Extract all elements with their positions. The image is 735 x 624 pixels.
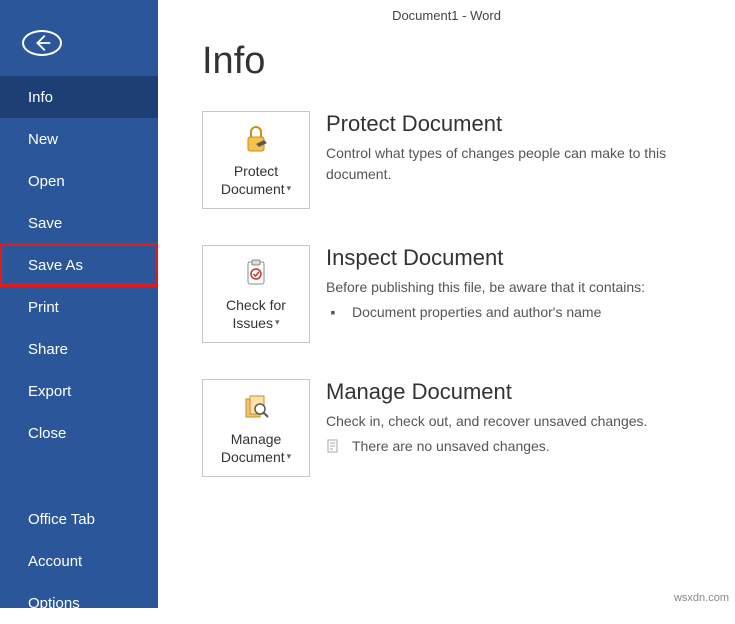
sidebar-spacer [0, 454, 158, 498]
section-body: Inspect Document Before publishing this … [326, 245, 691, 320]
section-heading: Protect Document [326, 111, 691, 137]
bullet-text: There are no unsaved changes. [352, 438, 550, 454]
window-title: Document1 - Word [392, 8, 501, 23]
content: Info Protect Document▾ Protect Document … [158, 30, 735, 477]
section-manage: Manage Document▾ Manage Document Check i… [202, 379, 691, 477]
sidebar-item-label: Office Tab [28, 511, 95, 528]
section-body: Manage Document Check in, check out, and… [326, 379, 691, 454]
section-heading: Manage Document [326, 379, 691, 405]
arrow-left-icon [31, 32, 53, 54]
sidebar-item-label: Close [28, 425, 66, 442]
sidebar-item-options[interactable]: Options [0, 582, 158, 624]
chevron-down-icon: ▾ [287, 451, 292, 463]
sidebar-item-label: Account [28, 553, 82, 570]
sidebar-item-print[interactable]: Print [0, 286, 158, 328]
tile-label: Issues [233, 314, 273, 332]
sidebar-item-label: Share [28, 341, 68, 358]
sidebar-item-account[interactable]: Account [0, 540, 158, 582]
tile-label: Check for [226, 296, 286, 314]
check-for-issues-button[interactable]: Check for Issues▾ [202, 245, 310, 343]
bullet-icon: ▪ [326, 305, 340, 319]
sidebar-item-label: Open [28, 173, 65, 190]
tile-label: Document [221, 448, 285, 466]
sidebar-item-new[interactable]: New [0, 118, 158, 160]
sidebar-item-label: New [28, 131, 58, 148]
titlebar: Document1 - Word [158, 0, 735, 30]
sidebar-item-save[interactable]: Save [0, 202, 158, 244]
chevron-down-icon: ▾ [287, 183, 292, 195]
tile-label: Protect [234, 162, 278, 180]
watermark: wsxdn.com [674, 592, 729, 604]
section-inspect: Check for Issues▾ Inspect Document Befor… [202, 245, 691, 343]
sidebar-item-label: Save As [28, 257, 83, 274]
bullet-row: There are no unsaved changes. [326, 438, 691, 454]
sidebar-item-close[interactable]: Close [0, 412, 158, 454]
bullet-text: Document properties and author's name [352, 304, 601, 320]
sidebar-item-label: Options [28, 595, 80, 612]
sidebar-item-info[interactable]: Info [0, 76, 158, 118]
sidebar-item-save-as[interactable]: Save As [0, 244, 158, 286]
sidebar-item-office-tab[interactable]: Office Tab [0, 498, 158, 540]
sidebar-item-share[interactable]: Share [0, 328, 158, 370]
back-button[interactable] [22, 30, 62, 56]
section-description: Before publishing this file, be aware th… [326, 277, 691, 298]
tile-label: Manage [231, 430, 282, 448]
backstage-sidebar: Info New Open Save Save As Print Share E… [0, 0, 158, 608]
sidebar-item-export[interactable]: Export [0, 370, 158, 412]
bullet-row: ▪ Document properties and author's name [326, 304, 691, 320]
sidebar-item-label: Print [28, 299, 59, 316]
section-protect: Protect Document▾ Protect Document Contr… [202, 111, 691, 209]
sidebar-item-label: Info [28, 89, 53, 106]
sidebar-item-label: Export [28, 383, 71, 400]
documents-search-icon [239, 390, 273, 424]
section-heading: Inspect Document [326, 245, 691, 271]
sidebar-menu: Info New Open Save Save As Print Share E… [0, 76, 158, 624]
page-title: Info [202, 40, 691, 83]
manage-document-button[interactable]: Manage Document▾ [202, 379, 310, 477]
sidebar-item-open[interactable]: Open [0, 160, 158, 202]
clipboard-check-icon [239, 256, 273, 290]
protect-document-button[interactable]: Protect Document▾ [202, 111, 310, 209]
sidebar-item-label: Save [28, 215, 62, 232]
lock-icon [239, 122, 273, 156]
chevron-down-icon: ▾ [275, 317, 280, 329]
section-description: Check in, check out, and recover unsaved… [326, 411, 691, 432]
document-icon [326, 439, 340, 453]
tile-label: Document [221, 180, 285, 198]
section-description: Control what types of changes people can… [326, 143, 691, 185]
section-body: Protect Document Control what types of c… [326, 111, 691, 185]
main-panel: Document1 - Word Info Protect Document▾ … [158, 0, 735, 608]
